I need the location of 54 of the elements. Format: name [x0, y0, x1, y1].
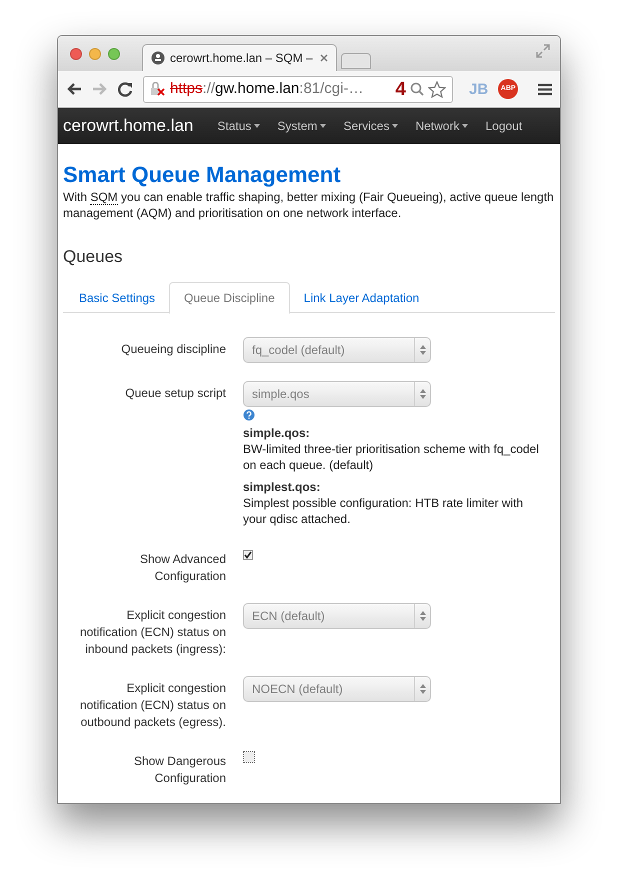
- close-icon[interactable]: [320, 54, 328, 62]
- caret-icon: [392, 124, 398, 128]
- nav-link[interactable]: System: [277, 117, 326, 135]
- tab[interactable]: Queue Discipline: [169, 282, 290, 314]
- field-label: Queue setup script: [124, 385, 226, 402]
- back-arrow-icon[interactable]: [66, 82, 82, 96]
- field-label: Queueing discipline: [120, 341, 226, 358]
- caret-icon: [254, 124, 260, 128]
- caret-icon: [462, 124, 468, 128]
- nav-link[interactable]: Status: [217, 117, 260, 135]
- nav-link[interactable]: Services: [343, 117, 398, 135]
- nav-link[interactable]: Logout: [485, 117, 522, 135]
- fullscreen-icon[interactable]: [536, 44, 550, 58]
- address-bar[interactable]: https://gw.home.lan:81/cgi-… 4: [143, 76, 453, 102]
- minimize-window-icon[interactable]: [89, 48, 101, 60]
- reload-icon[interactable]: [118, 82, 133, 96]
- option-description: BW-limited three-tier prioritisation scheme with fq_codel on each queue. (default): [243, 441, 540, 473]
- field-label: Show Advanced Configuration: [138, 551, 226, 585]
- close-window-icon[interactable]: [70, 48, 82, 60]
- checkbox[interactable]: [243, 550, 253, 560]
- up-down-arrows-icon: [420, 389, 426, 399]
- caret-icon: [320, 124, 326, 128]
- section-title: Queues: [63, 247, 124, 267]
- badge-count: 4: [395, 80, 406, 98]
- option-description: Simplest possible configuration: HTB rate limiter with your qdisc attached.: [243, 495, 524, 527]
- up-down-arrows-icon: [420, 611, 426, 621]
- broken-lock-icon: [150, 82, 166, 96]
- search-icon[interactable]: [410, 82, 424, 96]
- zoom-window-icon[interactable]: [108, 48, 120, 60]
- select-field[interactable]: fq_codel (default): [243, 337, 431, 363]
- check-icon: [244, 551, 252, 559]
- checkbox[interactable]: [243, 751, 255, 763]
- field-label: Show Dangerous Configuration: [132, 753, 226, 787]
- up-down-arrows-icon: [420, 684, 426, 694]
- page-description: With SQM you can enable traffic shaping, better mixing (Fair Queueing), active queue length management (AQM) and prioritisation on one network interface.: [63, 189, 555, 221]
- browser-tab[interactable]: cerowrt.home.lan – SQM –: [142, 44, 337, 71]
- tab-title: cerowrt.home.lan – SQM –: [170, 50, 314, 67]
- option-name: simplest.qos:: [243, 479, 322, 495]
- url-text: https://gw.home.lan:81/cgi-…: [170, 78, 364, 99]
- select-field[interactable]: ECN (default): [243, 603, 431, 629]
- brand-link[interactable]: cerowrt.home.lan: [63, 113, 194, 139]
- nav-link[interactable]: Network: [415, 117, 468, 135]
- star-icon[interactable]: [428, 80, 446, 98]
- select-field[interactable]: simple.qos: [243, 381, 431, 407]
- tab[interactable]: Basic Settings: [65, 282, 170, 313]
- tab[interactable]: Link Layer Adaptation: [290, 282, 434, 313]
- select-field[interactable]: NOECN (default): [243, 676, 431, 702]
- field-label: Explicit congestion notification (ECN) status on inbound packets (ingress):: [78, 607, 226, 658]
- help-icon[interactable]: [243, 409, 255, 421]
- option-name: simple.qos:: [243, 425, 311, 441]
- up-down-arrows-icon: [420, 345, 426, 355]
- menu-icon[interactable]: [538, 82, 552, 96]
- field-label: Explicit congestion notification (ECN) status on outbound packets (egress).: [78, 680, 226, 731]
- page-title: Smart Queue Management: [63, 162, 342, 188]
